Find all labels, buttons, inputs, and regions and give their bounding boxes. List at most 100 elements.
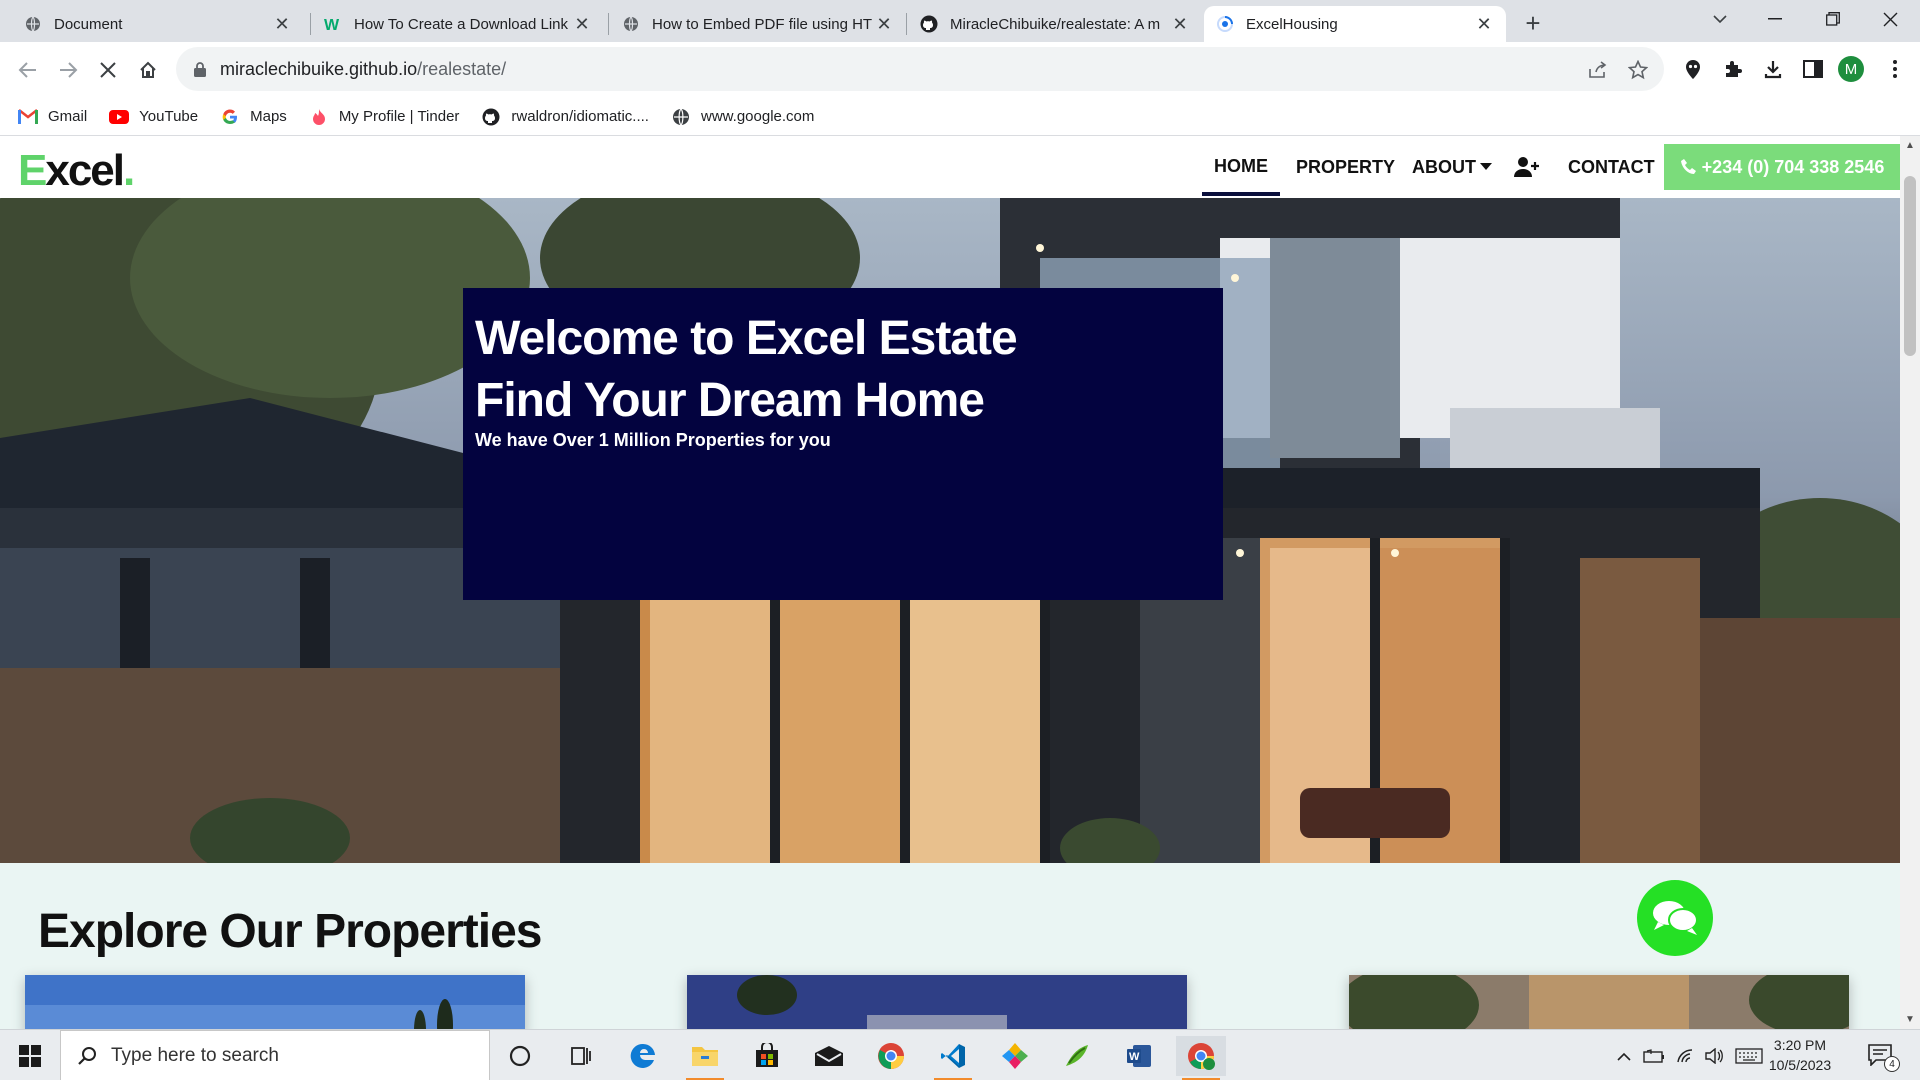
chrome-icon[interactable] — [866, 1036, 916, 1076]
clock-time: 3:20 PM — [1773, 1037, 1827, 1053]
property-card[interactable] — [1349, 975, 1849, 1029]
windows-start-icon[interactable] — [10, 1042, 50, 1070]
bookmark-youtube[interactable]: YouTube — [109, 108, 198, 126]
bookmark-label: My Profile | Tinder — [338, 108, 460, 125]
browser-tab-strip: Document ✕ W How To Create a Download Li… — [0, 0, 1920, 42]
profile-avatar[interactable]: M — [1838, 56, 1864, 82]
word-icon[interactable]: W — [1114, 1036, 1164, 1076]
taskbar-search-box[interactable]: Type here to search — [60, 1030, 490, 1080]
tray-chevron-up-icon[interactable] — [1614, 1044, 1634, 1068]
edge-icon[interactable] — [618, 1036, 668, 1076]
tab-search-chevron-icon[interactable] — [1690, 0, 1750, 38]
chrome-profile-icon[interactable] — [1176, 1036, 1226, 1080]
close-icon[interactable]: ✕ — [1474, 14, 1494, 34]
globe-icon — [622, 15, 640, 33]
nav-add-user[interactable] — [1514, 136, 1540, 198]
side-panel-icon[interactable] — [1798, 54, 1828, 84]
tab-title: ExcelHousing — [1246, 15, 1338, 33]
google-icon — [220, 108, 240, 126]
address-bar[interactable]: miraclechibuike.github.io/realestate/ — [176, 47, 1664, 91]
minimize-icon[interactable] — [1745, 0, 1805, 38]
bookmark-label: YouTube — [139, 108, 199, 125]
bookmark-google[interactable]: www.google.com — [671, 108, 814, 126]
hero-overlay: Welcome to Excel Estate Find Your Dream … — [463, 288, 1223, 600]
scroll-down-icon[interactable]: ▼ — [1905, 1014, 1915, 1025]
close-icon[interactable]: ✕ — [272, 14, 292, 34]
forward-icon[interactable] — [52, 54, 84, 86]
tab-embed-pdf[interactable]: How to Embed PDF file using HT ✕ — [610, 6, 906, 42]
bookmark-tinder[interactable]: My Profile | Tinder — [309, 108, 460, 126]
tinder-icon — [309, 108, 329, 126]
tab-title: How to Embed PDF file using HT — [652, 15, 873, 33]
close-icon[interactable]: ✕ — [874, 14, 894, 34]
property-card[interactable] — [687, 975, 1187, 1029]
vscode-icon[interactable] — [928, 1036, 978, 1080]
mail-icon[interactable] — [804, 1036, 854, 1076]
logo-dot: . — [123, 146, 135, 195]
phone-button[interactable]: +234 (0) 704 338 2546 — [1664, 144, 1900, 190]
close-icon[interactable]: ✕ — [572, 14, 592, 34]
clock-date: 10/5/2023 — [1768, 1057, 1832, 1073]
bookmark-star-icon[interactable] — [1626, 58, 1650, 82]
nav-property[interactable]: PROPERTY — [1296, 136, 1395, 198]
volume-icon[interactable] — [1702, 1044, 1726, 1068]
property-card[interactable] — [25, 975, 525, 1029]
browser-toolbar: miraclechibuike.github.io/realestate/ M — [0, 42, 1920, 98]
tab-title: Document — [54, 15, 123, 33]
windows-taskbar: Type here to search W 3:20 PM 10/5/2023 … — [0, 1029, 1920, 1080]
store-icon[interactable] — [742, 1036, 792, 1076]
bookmark-label: rwaldron/idiomatic.... — [511, 108, 649, 125]
section-title: Explore Our Properties — [38, 905, 542, 958]
tab-github-repo[interactable]: MiracleChibuike/realestate: A m ✕ — [908, 6, 1202, 42]
nav-about[interactable]: ABOUT — [1412, 136, 1492, 198]
download-icon[interactable] — [1758, 54, 1788, 84]
gmail-icon — [18, 108, 38, 126]
notification-center-icon[interactable]: 4 — [1868, 1044, 1900, 1072]
stop-loading-icon[interactable] — [92, 54, 124, 86]
new-tab-button[interactable]: + — [1518, 8, 1548, 38]
scrollbar-thumb[interactable] — [1904, 176, 1916, 356]
tab-excelhousing[interactable]: ExcelHousing ✕ — [1204, 6, 1506, 42]
github-icon — [481, 108, 501, 126]
bookmark-gmail[interactable]: Gmail — [18, 108, 87, 126]
site-logo[interactable]: Excel. — [18, 146, 135, 196]
wifi-icon[interactable] — [1674, 1044, 1698, 1068]
property-image — [25, 975, 525, 1029]
taskbar-clock[interactable]: 3:20 PM 10/5/2023 — [1752, 1035, 1848, 1075]
gitkraken-icon[interactable] — [990, 1036, 1040, 1076]
window-close-icon[interactable] — [1860, 0, 1920, 38]
phone-icon — [1680, 159, 1696, 174]
nav-contact[interactable]: CONTACT — [1568, 136, 1655, 198]
tab-download-link[interactable]: W How To Create a Download Link ✕ — [312, 6, 604, 42]
file-explorer-icon[interactable] — [680, 1036, 730, 1080]
property-image — [687, 975, 1187, 1029]
location-extension-icon[interactable] — [1678, 54, 1708, 84]
user-plus-icon — [1514, 157, 1539, 177]
page-scrollbar[interactable]: ▲ ▼ — [1900, 136, 1920, 1029]
restore-icon[interactable] — [1803, 0, 1863, 38]
tab-separator — [906, 13, 907, 35]
hero-title-line1: Welcome to Excel Estate — [475, 312, 1018, 365]
extensions-puzzle-icon[interactable] — [1718, 54, 1748, 84]
home-icon[interactable] — [132, 54, 164, 86]
upwork-icon[interactable] — [1052, 1036, 1102, 1076]
bookmark-maps[interactable]: Maps — [220, 108, 287, 126]
tab-title: How To Create a Download Link — [354, 15, 569, 33]
bookmark-idiomatic[interactable]: rwaldron/idiomatic.... — [481, 108, 649, 126]
nav-home[interactable]: HOME — [1202, 136, 1280, 196]
more-menu-icon[interactable] — [1880, 54, 1910, 84]
nav-about-label: ABOUT — [1412, 156, 1476, 177]
url-path: /realestate/ — [417, 58, 507, 79]
share-icon[interactable] — [1586, 58, 1610, 82]
chat-bubbles-icon — [1653, 901, 1698, 935]
tab-document[interactable]: Document ✕ — [12, 6, 304, 42]
close-icon[interactable]: ✕ — [1170, 14, 1190, 34]
task-view-icon[interactable] — [556, 1036, 606, 1076]
lock-icon[interactable] — [194, 61, 206, 77]
battery-icon[interactable] — [1642, 1044, 1666, 1068]
url-host: miraclechibuike.github.io — [220, 58, 418, 79]
scroll-up-icon[interactable]: ▲ — [1905, 140, 1915, 151]
chat-button[interactable] — [1637, 880, 1713, 956]
cortana-icon[interactable] — [495, 1036, 545, 1076]
back-icon[interactable] — [12, 54, 44, 86]
